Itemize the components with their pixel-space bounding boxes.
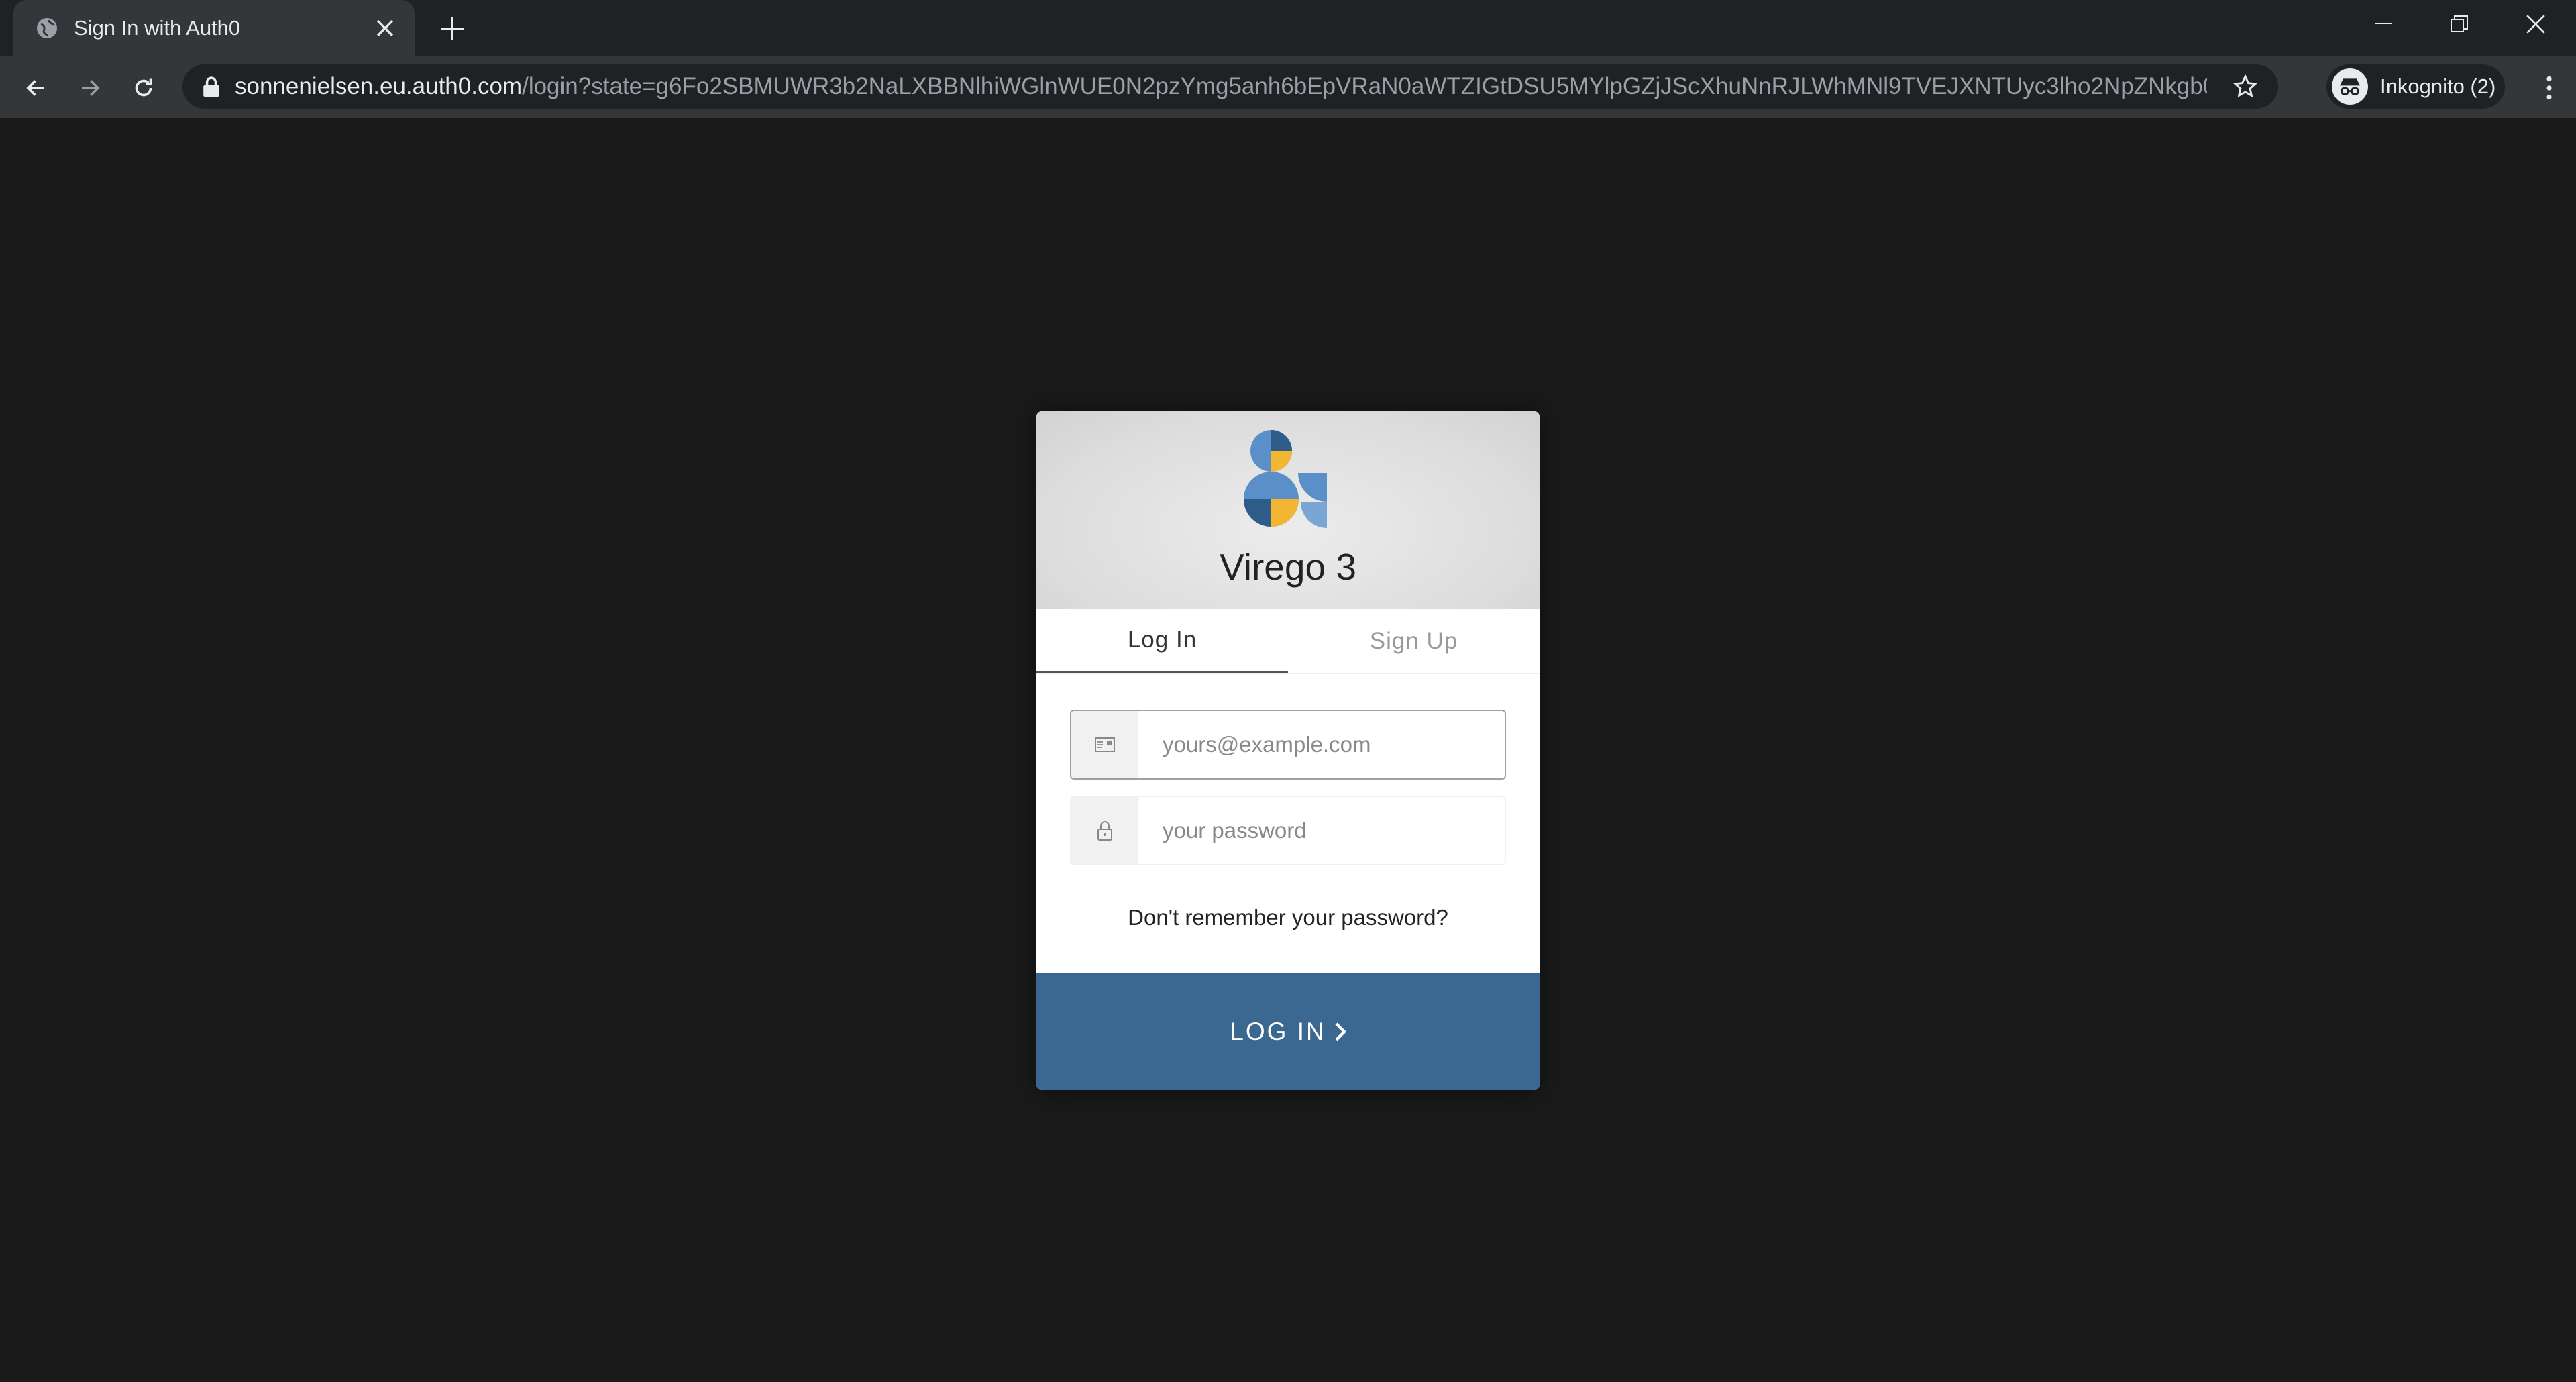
browser-tabstrip: Sign In with Auth0 (0, 0, 2576, 56)
card-header: Virego 3 (1036, 411, 1540, 609)
browser-tab[interactable]: Sign In with Auth0 (13, 0, 415, 56)
log-in-button[interactable]: LOG IN (1036, 973, 1540, 1090)
address-bar[interactable]: sonnenielsen.eu.auth0.com/login?state=g6… (182, 64, 2278, 109)
reload-icon[interactable] (123, 68, 164, 108)
app-name: Virego 3 (1220, 546, 1356, 588)
chevron-right-icon (1335, 1022, 1346, 1041)
lock-icon[interactable] (203, 76, 220, 97)
new-tab-icon[interactable] (435, 11, 470, 46)
tab-log-in[interactable]: Log In (1036, 609, 1288, 673)
incognito-profile-button[interactable]: Inkognito (2) (2326, 64, 2505, 109)
lock-icon (1071, 797, 1138, 864)
forgot-password-link[interactable]: Don't remember your password? (1036, 905, 1540, 931)
email-field[interactable] (1070, 710, 1506, 780)
incognito-icon (2332, 68, 2368, 105)
url-path: /login?state=g6Fo2SBMUWR3b2NaLXBBNlhiWGl… (522, 73, 2207, 99)
auth-tabs: Log In Sign Up (1036, 609, 1540, 674)
kebab-menu-icon[interactable] (2529, 68, 2569, 108)
email-icon (1071, 711, 1138, 778)
forward-arrow-icon[interactable] (70, 68, 110, 108)
close-window-icon[interactable] (2498, 0, 2573, 48)
app-logo (1244, 430, 1327, 528)
minimize-icon[interactable] (2346, 0, 2421, 48)
globe-icon (37, 17, 57, 38)
url-host: sonnenielsen.eu.auth0.com (235, 73, 523, 99)
bookmark-star-icon[interactable] (2233, 74, 2258, 99)
restore-icon[interactable] (2422, 0, 2497, 48)
login-card: Virego 3 Log In Sign Up Don't remember y… (1036, 411, 1540, 1090)
back-arrow-icon[interactable] (16, 68, 56, 108)
email-input[interactable] (1161, 731, 1499, 758)
browser-toolbar: sonnenielsen.eu.auth0.com/login?state=g6… (0, 56, 2576, 118)
tab-title: Sign In with Auth0 (74, 15, 241, 40)
log-in-button-label: LOG IN (1230, 1017, 1326, 1045)
password-field[interactable] (1070, 796, 1506, 865)
url-text: sonnenielsen.eu.auth0.com/login?state=g6… (235, 73, 2207, 100)
password-input[interactable] (1161, 817, 1499, 844)
close-tab-icon[interactable] (369, 12, 401, 44)
tab-sign-up[interactable]: Sign Up (1288, 609, 1540, 673)
incognito-label: Inkognito (2) (2380, 74, 2496, 98)
